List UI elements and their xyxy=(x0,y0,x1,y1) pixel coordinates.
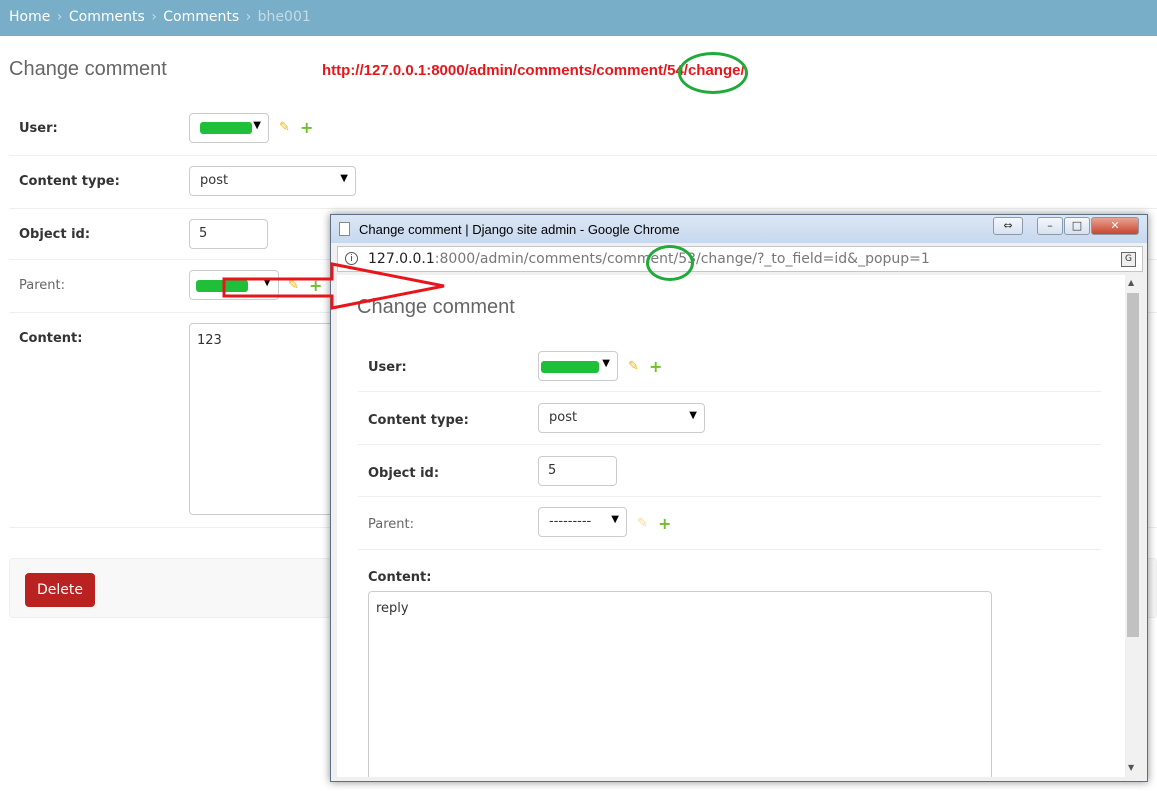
popup-row-user: User: ▼ ✎ + xyxy=(358,339,1101,392)
scrollbar-thumb[interactable] xyxy=(1127,293,1139,637)
plus-icon[interactable]: + xyxy=(300,120,313,136)
pencil-icon[interactable]: ✎ xyxy=(279,120,290,135)
popup-scrollbar[interactable]: ▲ ▼ xyxy=(1125,275,1141,777)
delete-button[interactable]: Delete xyxy=(25,573,95,607)
content-textarea[interactable]: 123 xyxy=(189,323,349,515)
page-icon xyxy=(339,222,350,236)
object-id-input[interactable]: 5 xyxy=(189,219,268,249)
breadcrumb: Home › Comments › Comments › bhe001 xyxy=(0,0,1157,36)
restore-arrows-icon[interactable]: ⇔ xyxy=(993,217,1023,235)
minimize-button[interactable]: – xyxy=(1037,217,1063,235)
breadcrumb-comments-app[interactable]: Comments xyxy=(69,9,145,25)
breadcrumb-comments-model[interactable]: Comments xyxy=(163,9,239,25)
annotation-circle-main-id xyxy=(678,52,748,94)
popup-content-type-value: post xyxy=(549,410,578,425)
breadcrumb-home[interactable]: Home xyxy=(9,9,50,25)
content-label: Content: xyxy=(19,331,83,346)
annotation-circle-popup-id xyxy=(646,245,694,281)
maximize-button[interactable]: □ xyxy=(1064,217,1090,235)
annotation-arrow-icon xyxy=(222,262,445,310)
pencil-icon[interactable]: ✎ xyxy=(628,359,639,374)
plus-icon[interactable]: + xyxy=(649,359,662,375)
redacted-user-mark xyxy=(200,122,252,134)
plus-icon[interactable]: + xyxy=(658,516,671,532)
content-type-value: post xyxy=(200,173,229,188)
object-id-label: Object id: xyxy=(19,227,91,242)
popup-parent-value: --------- xyxy=(549,514,592,529)
pencil-icon: ✎ xyxy=(637,516,648,531)
user-select[interactable]: ▼ xyxy=(189,113,269,143)
caret-down-icon: ▼ xyxy=(340,173,348,184)
popup-object-id-input[interactable]: 5 xyxy=(538,456,617,486)
popup-window: Change comment | Django site admin - Goo… xyxy=(330,214,1148,782)
window-titlebar[interactable]: Change comment | Django site admin - Goo… xyxy=(331,215,1147,243)
parent-label: Parent: xyxy=(19,278,65,293)
popup-parent-select[interactable]: --------- ▼ xyxy=(538,507,627,537)
window-title: Change comment | Django site admin - Goo… xyxy=(359,222,680,237)
caret-down-icon: ▼ xyxy=(602,358,610,369)
page-title: Change comment xyxy=(9,58,167,80)
popup-content-type-label: Content type: xyxy=(368,413,469,428)
user-label: User: xyxy=(19,121,58,136)
caret-down-icon: ▼ xyxy=(689,410,697,421)
content-type-label: Content type: xyxy=(19,174,120,189)
breadcrumb-separator: › xyxy=(151,9,157,25)
breadcrumb-separator: › xyxy=(245,9,252,25)
scroll-down-arrow-icon[interactable]: ▼ xyxy=(1128,763,1134,772)
redacted-user-mark xyxy=(541,361,599,373)
popup-user-label: User: xyxy=(368,360,407,375)
caret-down-icon: ▼ xyxy=(611,514,619,525)
form-row-user: User: ▼ ✎ + xyxy=(9,101,1157,156)
popup-user-select[interactable]: ▼ xyxy=(538,351,618,381)
form-row-content-type: Content type: post ▼ xyxy=(9,156,1157,209)
caret-down-icon: ▼ xyxy=(253,120,261,131)
breadcrumb-separator: › xyxy=(56,9,63,25)
close-button[interactable]: ✕ xyxy=(1091,217,1139,235)
translate-icon[interactable]: G xyxy=(1121,252,1136,267)
popup-row-object-id: Object id: 5 xyxy=(358,445,1101,497)
popup-row-content: Content: reply xyxy=(358,550,1101,777)
breadcrumb-current: bhe001 xyxy=(257,9,311,25)
address-bar[interactable]: i 127.0.0.1:8000/admin/comments/comment/… xyxy=(337,246,1143,272)
popup-content-label: Content: xyxy=(368,570,432,585)
scroll-up-arrow-icon[interactable]: ▲ xyxy=(1128,278,1134,287)
popup-row-parent: Parent: --------- ▼ ✎ + xyxy=(358,497,1101,550)
popup-parent-label: Parent: xyxy=(368,517,414,532)
popup-object-id-label: Object id: xyxy=(368,466,440,481)
popup-content-type-select[interactable]: post ▼ xyxy=(538,403,705,433)
popup-row-content-type: Content type: post ▼ xyxy=(358,392,1101,445)
content-type-select[interactable]: post ▼ xyxy=(189,166,356,196)
popup-content: Change comment User: ▼ ✎ + Content type:… xyxy=(337,275,1125,777)
popup-content-textarea[interactable]: reply xyxy=(368,591,992,777)
